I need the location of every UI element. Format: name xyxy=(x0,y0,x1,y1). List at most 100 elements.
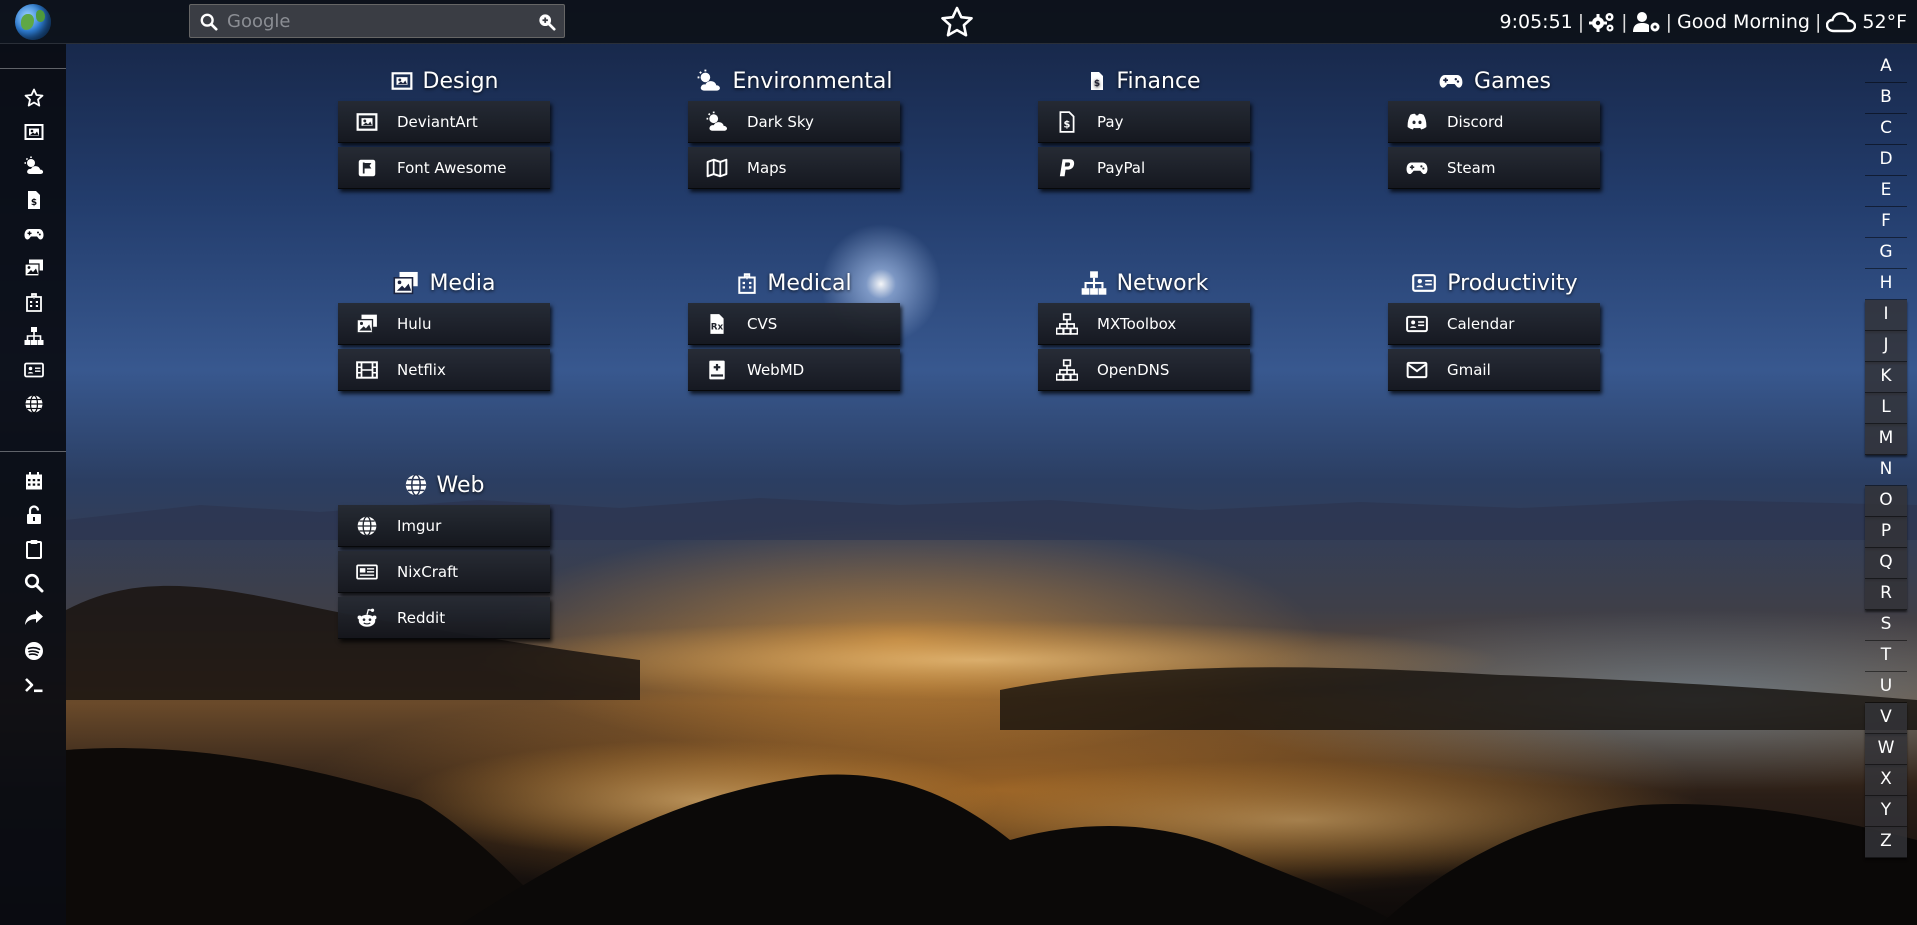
alphabet-index: A B C D E F G H I J K L M N O P Q R S T … xyxy=(1865,52,1907,858)
spotify-icon[interactable] xyxy=(24,641,44,661)
letter-y[interactable]: Y xyxy=(1865,796,1907,827)
globe-icon[interactable] xyxy=(24,394,44,414)
image-icon xyxy=(356,112,378,131)
category-title-text: Finance xyxy=(1116,68,1201,94)
link-label: Font Awesome xyxy=(397,158,507,177)
letter-u[interactable]: U xyxy=(1865,672,1907,703)
link-gmail[interactable]: Gmail xyxy=(1388,349,1600,391)
dollar-file-icon[interactable]: $ xyxy=(24,190,44,210)
separator: | xyxy=(1621,11,1628,33)
dollar-file-icon: $ xyxy=(1059,110,1075,133)
link-webmd[interactable]: WebMD xyxy=(688,349,900,391)
letter-i[interactable]: I xyxy=(1865,300,1907,331)
link-hulu[interactable]: Hulu xyxy=(338,303,550,345)
clipboard-icon[interactable] xyxy=(24,539,44,559)
letter-b[interactable]: B xyxy=(1865,83,1907,114)
letter-n[interactable]: N xyxy=(1865,455,1907,486)
cloud-sun-icon[interactable] xyxy=(24,156,44,176)
letter-j[interactable]: J xyxy=(1865,331,1907,362)
link-calendar[interactable]: Calendar xyxy=(1388,303,1600,345)
globe-logo-icon[interactable] xyxy=(15,4,51,40)
category-title: $ Finance xyxy=(1038,66,1250,96)
link-netflix[interactable]: Netflix xyxy=(338,349,550,391)
status-area: 9:05:51 | | | Good Morning | 52°F xyxy=(1500,0,1917,44)
cloud-sun-icon xyxy=(706,111,728,131)
link-reddit[interactable]: Reddit xyxy=(338,597,550,639)
link-pay[interactable]: $ Pay xyxy=(1038,101,1250,143)
letter-m[interactable]: M xyxy=(1865,424,1907,455)
letter-o[interactable]: O xyxy=(1865,486,1907,517)
link-cvs[interactable]: Rx CVS xyxy=(688,303,900,345)
link-discord[interactable]: Discord xyxy=(1388,101,1600,143)
gamepad-icon[interactable] xyxy=(24,224,44,244)
letter-d[interactable]: D xyxy=(1865,145,1907,176)
id-card-icon[interactable] xyxy=(24,360,44,380)
letter-p[interactable]: P xyxy=(1865,517,1907,548)
letter-q[interactable]: Q xyxy=(1865,548,1907,579)
star-icon[interactable] xyxy=(24,88,44,108)
letter-w[interactable]: W xyxy=(1865,734,1907,765)
image-icon[interactable] xyxy=(24,122,44,142)
search-icon[interactable] xyxy=(24,573,44,593)
letter-f[interactable]: F xyxy=(1865,207,1907,238)
letter-v[interactable]: V xyxy=(1865,703,1907,734)
link-font-awesome[interactable]: Font Awesome xyxy=(338,147,550,189)
reddit-icon xyxy=(357,608,377,627)
letter-k[interactable]: K xyxy=(1865,362,1907,393)
calendar-icon[interactable] xyxy=(24,471,44,491)
link-maps[interactable]: Maps xyxy=(688,147,900,189)
letter-l[interactable]: L xyxy=(1865,393,1907,424)
category-medical: Medical Rx CVS WebMD xyxy=(688,268,900,395)
clock-time: 9:05:51 xyxy=(1499,11,1573,33)
letter-g[interactable]: G xyxy=(1865,238,1907,269)
unlock-icon[interactable] xyxy=(24,505,44,525)
favorites-star-icon[interactable] xyxy=(940,6,974,38)
category-title: Productivity xyxy=(1388,268,1600,298)
link-steam[interactable]: Steam xyxy=(1388,147,1600,189)
letter-x[interactable]: X xyxy=(1865,765,1907,796)
prescription-icon: Rx xyxy=(710,313,724,334)
hospital-icon[interactable] xyxy=(24,292,44,312)
link-deviantart[interactable]: DeviantArt xyxy=(338,101,550,143)
cogs-icon[interactable] xyxy=(1589,11,1616,33)
link-mxtoolbox[interactable]: MXToolbox xyxy=(1038,303,1250,345)
category-title-text: Medical xyxy=(767,270,852,296)
link-label: Reddit xyxy=(397,608,446,627)
category-finance: $ Finance $ Pay PayPal xyxy=(1038,66,1250,193)
category-games: Games Discord Steam xyxy=(1388,66,1600,193)
network-icon xyxy=(1081,271,1106,295)
gamepad-icon xyxy=(1406,162,1428,174)
search-plus-icon[interactable] xyxy=(538,13,556,31)
letter-z[interactable]: Z xyxy=(1865,827,1907,858)
category-web: Web Imgur NixCraft Reddit xyxy=(338,470,550,643)
link-nixcraft[interactable]: NixCraft xyxy=(338,551,550,593)
letter-c[interactable]: C xyxy=(1865,114,1907,145)
letter-t[interactable]: T xyxy=(1865,641,1907,672)
letter-e[interactable]: E xyxy=(1865,176,1907,207)
terminal-icon[interactable] xyxy=(24,675,44,695)
link-paypal[interactable]: PayPal xyxy=(1038,147,1250,189)
link-dark-sky[interactable]: Dark Sky xyxy=(688,101,900,143)
category-title: Games xyxy=(1388,66,1600,96)
search-input[interactable] xyxy=(227,7,517,35)
link-label: Dark Sky xyxy=(747,112,814,131)
letter-s[interactable]: S xyxy=(1865,610,1907,641)
link-imgur[interactable]: Imgur xyxy=(338,505,550,547)
category-productivity: Productivity Calendar Gmail xyxy=(1388,268,1600,395)
link-opendns[interactable]: OpenDNS xyxy=(1038,349,1250,391)
link-label: OpenDNS xyxy=(1097,360,1170,379)
letter-a[interactable]: A xyxy=(1865,52,1907,83)
medical-book-icon xyxy=(709,360,725,379)
dollar-file-icon: $ xyxy=(1091,72,1104,90)
sidebar-divider xyxy=(0,68,66,69)
image-icon xyxy=(391,72,412,90)
link-label: Imgur xyxy=(397,516,442,535)
letter-r[interactable]: R xyxy=(1865,579,1907,610)
category-title-text: Network xyxy=(1116,270,1209,296)
network-icon[interactable] xyxy=(24,326,44,346)
letter-h[interactable]: H xyxy=(1865,269,1907,300)
user-cog-icon[interactable] xyxy=(1632,11,1661,33)
images-icon[interactable] xyxy=(24,258,44,278)
link-label: Discord xyxy=(1447,112,1504,131)
share-icon[interactable] xyxy=(24,607,44,627)
